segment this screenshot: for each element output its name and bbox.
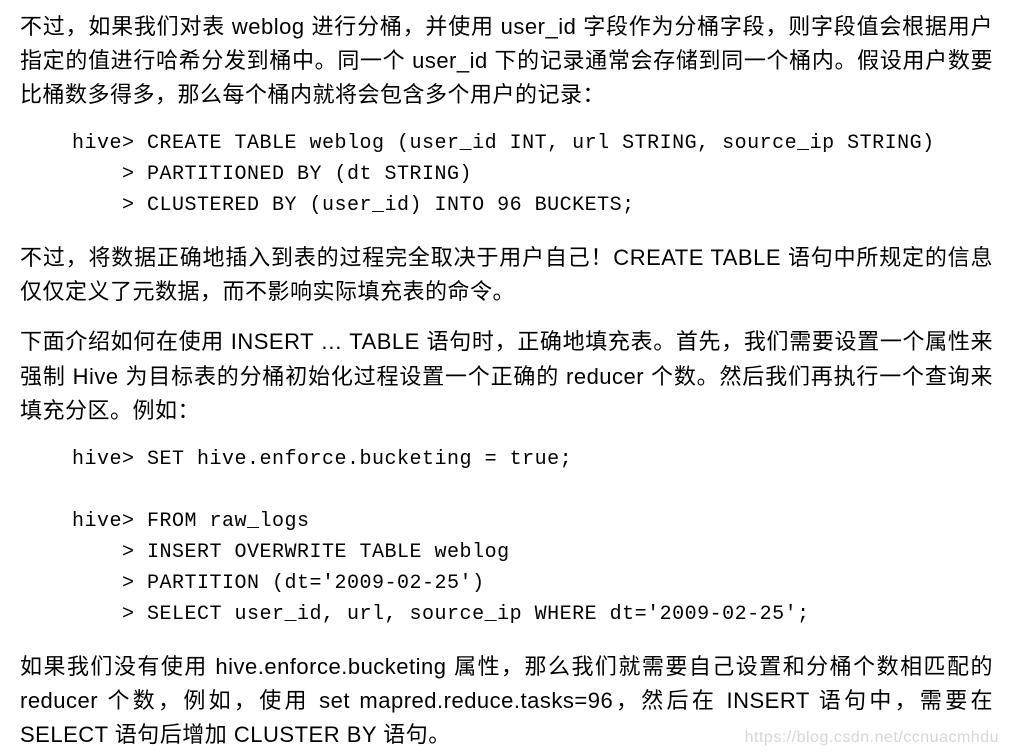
code-block-insert: hive> SET hive.enforce.bucketing = true;… [72,444,993,630]
paragraph-1: 不过，如果我们对表 weblog 进行分桶，并使用 user_id 字段作为分桶… [20,10,993,112]
watermark-text: https://blog.csdn.net/ccnuacmhdu [745,729,999,747]
paragraph-2: 不过，将数据正确地插入到表的过程完全取决于用户自己！CREATE TABLE 语… [20,241,993,309]
paragraph-3: 下面介绍如何在使用 INSERT … TABLE 语句时，正确地填充表。首先，我… [20,325,993,427]
code-block-create-table: hive> CREATE TABLE weblog (user_id INT, … [72,128,993,221]
